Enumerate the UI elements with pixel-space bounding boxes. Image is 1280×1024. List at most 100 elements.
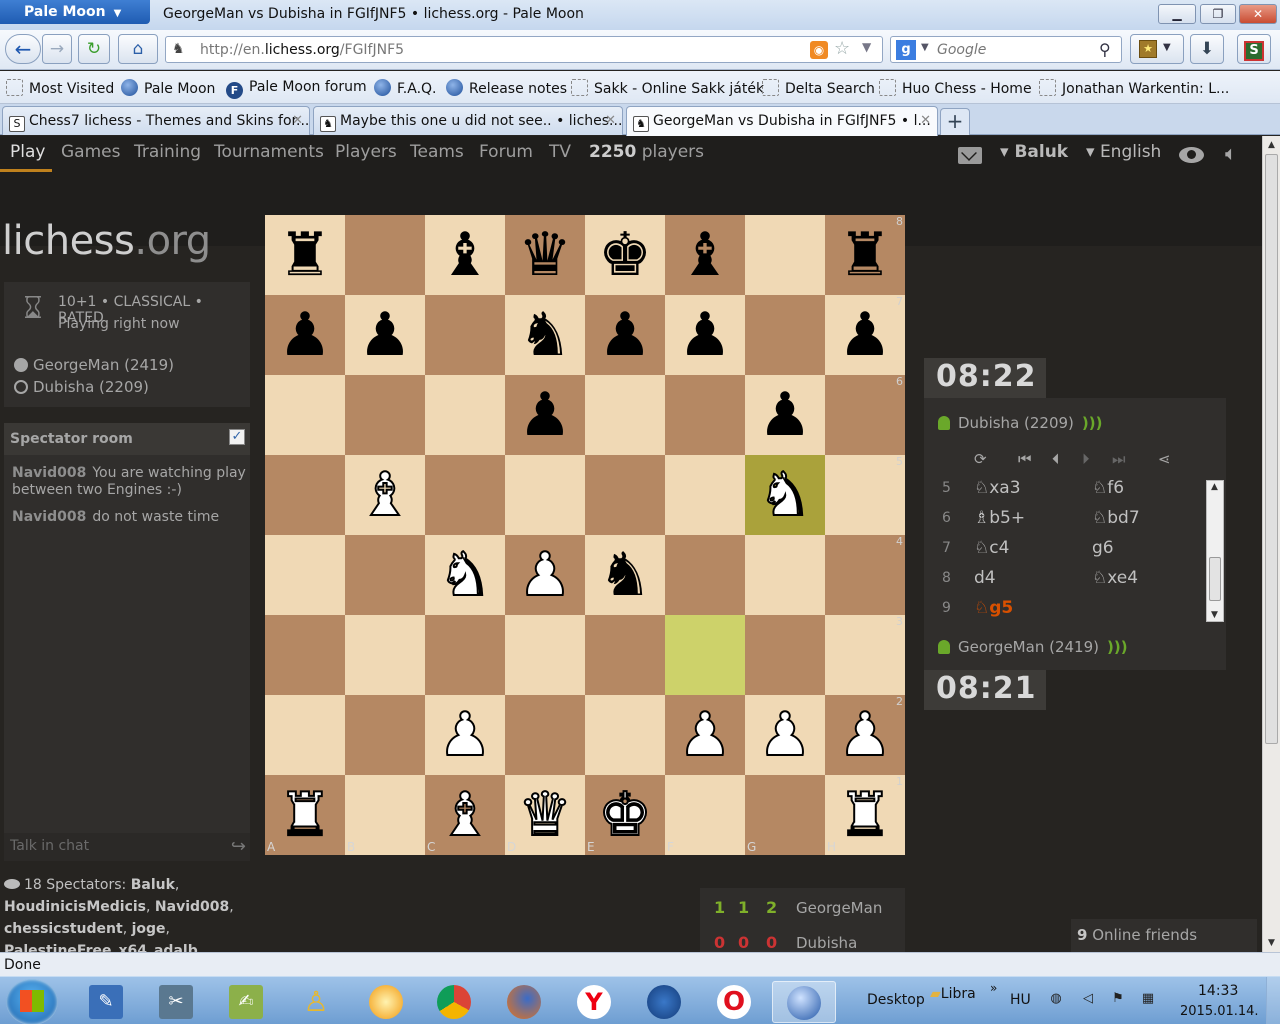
- square-f6[interactable]: [665, 375, 745, 455]
- square-c2[interactable]: ♟: [425, 695, 505, 775]
- black-pawn-icon[interactable]: ♟: [665, 295, 745, 375]
- square-c7[interactable]: [425, 295, 505, 375]
- network-status-icon[interactable]: ▦: [1140, 991, 1156, 1007]
- taskbar-sun[interactable]: [358, 981, 414, 1023]
- white-move[interactable]: ♘c4: [974, 538, 1009, 558]
- mail-icon[interactable]: [958, 147, 982, 164]
- spectator-name[interactable]: chessicstudent: [4, 921, 123, 937]
- scroll-up-icon[interactable]: ▲: [1268, 140, 1275, 150]
- black-pawn-icon[interactable]: ♟: [345, 295, 425, 375]
- tab-maybe-this-one[interactable]: ♞ Maybe this one u did not see.. • liches…: [313, 106, 623, 135]
- black-knight-icon[interactable]: ♞: [505, 295, 585, 375]
- user-menu[interactable]: ▾ Baluk: [1000, 142, 1068, 162]
- bookmark-huo-chess[interactable]: Huo Chess - Home: [879, 79, 1032, 97]
- black-rook-icon[interactable]: ♜: [265, 215, 345, 295]
- square-f1[interactable]: F: [665, 775, 745, 855]
- bookmark-delta-search[interactable]: Delta Search: [762, 79, 875, 97]
- home-button[interactable]: ⌂: [118, 34, 158, 64]
- taskbar-opera[interactable]: O: [706, 981, 762, 1023]
- nav-games[interactable]: Games: [61, 142, 120, 162]
- white-move[interactable]: ♗b5+: [974, 508, 1025, 528]
- nav-players[interactable]: Players: [335, 142, 397, 162]
- square-g5[interactable]: ♞: [745, 455, 825, 535]
- square-d5[interactable]: [505, 455, 585, 535]
- square-d7[interactable]: ♞: [505, 295, 585, 375]
- taskbar-snipping[interactable]: ✂: [148, 981, 204, 1023]
- flag-tray-icon[interactable]: ⚑: [1110, 991, 1126, 1007]
- black-pawn-icon[interactable]: ♟: [265, 295, 345, 375]
- crosstable-black-name[interactable]: Dubisha: [796, 934, 857, 952]
- bookmark-star-icon[interactable]: ☆: [834, 38, 850, 59]
- square-h3[interactable]: 3: [825, 615, 905, 695]
- url-bar[interactable]: ♞ http://en.lichess.org/FGIfJNF5 ◉ ☆ ▼: [165, 36, 883, 63]
- square-g4[interactable]: [745, 535, 825, 615]
- square-f2[interactable]: ♟: [665, 695, 745, 775]
- nav-forum[interactable]: Forum: [479, 142, 533, 162]
- current-move[interactable]: ♘g5: [974, 598, 1013, 618]
- square-h8[interactable]: ♜ 8: [825, 215, 905, 295]
- square-d8[interactable]: ♛: [505, 215, 585, 295]
- white-move[interactable]: d4: [974, 568, 996, 588]
- nav-tv[interactable]: TV: [549, 142, 571, 162]
- bookmark-pale-moon[interactable]: Pale Moon: [121, 79, 215, 97]
- taskbar-palemoon[interactable]: [772, 981, 836, 1023]
- black-knight-icon[interactable]: ♞: [585, 535, 665, 615]
- square-h7[interactable]: ♟ 7: [825, 295, 905, 375]
- forward-button[interactable]: →: [42, 34, 72, 64]
- crosstable-score[interactable]: 1: [714, 898, 725, 917]
- square-e3[interactable]: [585, 615, 665, 695]
- square-g1[interactable]: G: [745, 775, 825, 855]
- white-king-icon[interactable]: ♚: [585, 775, 665, 855]
- scroll-thumb[interactable]: [1265, 154, 1278, 744]
- crosstable-score[interactable]: 0: [714, 933, 725, 952]
- black-rook-icon[interactable]: ♜: [825, 215, 905, 295]
- toolbar-expand-button[interactable]: »: [990, 981, 997, 995]
- square-f7[interactable]: ♟: [665, 295, 745, 375]
- white-player[interactable]: GeorgeMan (2419): [14, 356, 174, 374]
- lichess-logo[interactable]: lichess.org: [2, 218, 211, 264]
- square-e4[interactable]: ♞: [585, 535, 665, 615]
- white-pawn-icon[interactable]: ♟: [825, 695, 905, 775]
- send-icon[interactable]: ↪: [231, 836, 246, 857]
- online-friends[interactable]: 9 Online friends: [1071, 919, 1257, 952]
- square-f4[interactable]: [665, 535, 745, 615]
- maximize-button[interactable]: ❐: [1200, 4, 1236, 24]
- top-player[interactable]: Dubisha (2209)))): [938, 414, 1102, 432]
- share-icon[interactable]: ⋖: [1158, 450, 1171, 468]
- square-b1[interactable]: B: [345, 775, 425, 855]
- square-d6[interactable]: ♟: [505, 375, 585, 455]
- black-move[interactable]: g6: [1092, 538, 1114, 558]
- close-window-button[interactable]: ✕: [1239, 4, 1277, 24]
- chat-user[interactable]: Navid008: [12, 465, 86, 481]
- move-list-scrollbar[interactable]: ▲ ▼: [1206, 480, 1224, 622]
- page-scrollbar[interactable]: ▲ ▼: [1262, 136, 1280, 952]
- square-a8[interactable]: ♜: [265, 215, 345, 295]
- square-g3[interactable]: [745, 615, 825, 695]
- chat-toggle-checkbox[interactable]: ✓: [229, 429, 245, 445]
- square-c6[interactable]: [425, 375, 505, 455]
- desktop-toolbar[interactable]: Desktop: [867, 992, 925, 1008]
- minimize-button[interactable]: ▁: [1158, 4, 1196, 24]
- reload-button[interactable]: ↻: [78, 34, 110, 64]
- square-c1[interactable]: ♝ C: [425, 775, 505, 855]
- white-rook-icon[interactable]: ♜: [265, 775, 345, 855]
- scroll-down-icon[interactable]: ▼: [1211, 610, 1218, 620]
- chessboard[interactable]: ♜ ♝ ♛ ♚ ♝ ♜ 8 ♟ ♟ ♞ ♟ ♟ ♟ 7 ♟ ♟ 6 ♝ ♞ 5 ♞ ♟ ♞ 4 3 ♟ ♟ ♟ ♟ 2 ♜ A B ♝ C ♛ D ♚ E F…: [265, 215, 905, 855]
- tab-chess7[interactable]: S Chess7 lichess - Themes and Skins for..…: [2, 106, 310, 135]
- white-knight-icon[interactable]: ♞: [745, 455, 825, 535]
- bottom-player[interactable]: GeorgeMan (2419)))): [938, 638, 1128, 656]
- square-c4[interactable]: ♞: [425, 535, 505, 615]
- square-f8[interactable]: ♝: [665, 215, 745, 295]
- white-pawn-icon[interactable]: ♟: [505, 535, 585, 615]
- nav-tournaments[interactable]: Tournaments: [214, 142, 324, 162]
- libraries-toolbar[interactable]: ▰Libra: [930, 986, 976, 1002]
- chat-user[interactable]: Navid008: [12, 509, 86, 525]
- nav-training[interactable]: Training: [134, 142, 201, 162]
- spectator-name[interactable]: joge: [132, 921, 166, 937]
- tab-current-game[interactable]: ♞ GeorgeMan vs Dubisha in FGIfJNF5 • l...…: [626, 106, 938, 136]
- taskbar-waterfox[interactable]: [636, 981, 692, 1023]
- bookmark-pale-moon-forum[interactable]: F Pale Moon forum: [226, 79, 367, 99]
- square-c3[interactable]: [425, 615, 505, 695]
- square-f5[interactable]: [665, 455, 745, 535]
- bookmark-release-notes[interactable]: Release notes: [446, 79, 567, 97]
